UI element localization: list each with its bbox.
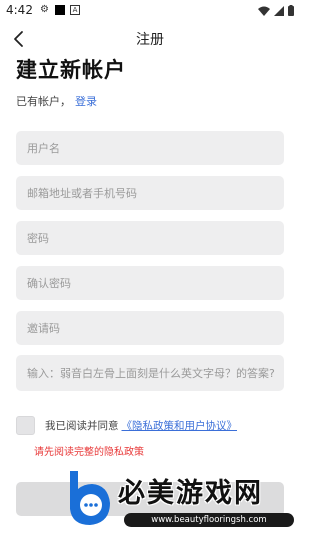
invite-code-placeholder: 邀请码 (27, 322, 60, 335)
settings-notification-icon: ⚙ (40, 4, 49, 15)
signal-icon (274, 5, 284, 16)
invite-code-field[interactable]: 邀请码 (16, 311, 284, 345)
privacy-policy-link[interactable]: 《隐私政策和用户协议》 (122, 418, 238, 433)
watermark-title: 必美游戏网 (118, 478, 263, 509)
nav-title: 注册 (136, 32, 164, 48)
confirm-password-placeholder: 确认密码 (27, 277, 71, 290)
username-field[interactable]: 用户名 (16, 131, 284, 165)
contact-field[interactable]: 邮箱地址或者手机号码 (16, 176, 284, 210)
watermark-logo-icon (70, 471, 110, 525)
status-bar: 4:42 ⚙ A (0, 0, 300, 22)
login-prompt-row: 已有帐户， 登录 (16, 93, 97, 109)
agreement-error-message: 请先阅读完整的隐私政策 (34, 447, 144, 458)
confirm-password-field[interactable]: 确认密码 (16, 266, 284, 300)
watermark-url: www.beautyflooringsh.com (124, 513, 294, 527)
captcha-placeholder: 输入：弱音白左骨上面刻是什么英文字母？的答案? (27, 367, 275, 380)
app-notification-icon (55, 5, 65, 15)
page-title: 建立新帐户 (16, 58, 126, 82)
password-placeholder: 密码 (27, 232, 49, 245)
site-watermark: 必美游戏网 www.beautyflooringsh.com (62, 465, 300, 533)
status-time: 4:42 (6, 3, 33, 17)
a-notification-icon: A (70, 5, 80, 15)
agreement-row: 我已阅读并同意 《隐私政策和用户协议》 (16, 416, 237, 435)
login-link[interactable]: 登录 (75, 95, 97, 108)
captcha-answer-field[interactable]: 输入：弱音白左骨上面刻是什么英文字母？的答案? (16, 355, 284, 391)
login-prompt-text: 已有帐户， (16, 95, 71, 108)
contact-placeholder: 邮箱地址或者手机号码 (27, 187, 137, 200)
status-system-icons (258, 5, 294, 16)
status-notification-icons: ⚙ A (40, 5, 80, 15)
username-placeholder: 用户名 (27, 142, 60, 155)
agreement-checkbox[interactable] (16, 416, 35, 435)
wifi-icon (258, 6, 270, 16)
agreement-text: 我已阅读并同意 (45, 420, 119, 432)
password-field[interactable]: 密码 (16, 221, 284, 255)
battery-icon (288, 5, 294, 16)
